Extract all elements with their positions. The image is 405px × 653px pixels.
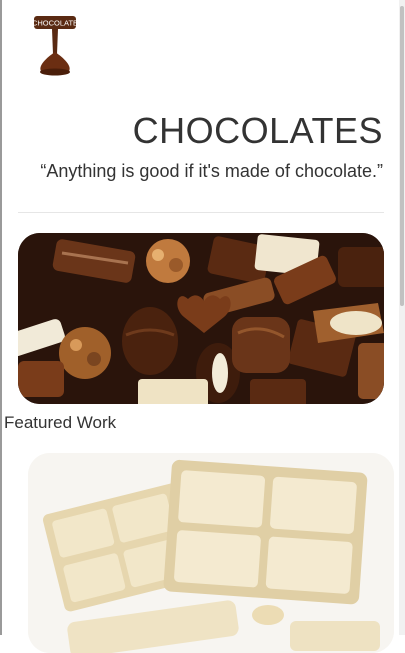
hero-image-assorted-chocolates [18, 233, 384, 404]
svg-text:CHOCOLATE: CHOCOLATE [32, 19, 78, 28]
featured-image-white-chocolate[interactable] [28, 453, 394, 653]
page-title: CHOCOLATES [132, 110, 383, 151]
chocolate-drip-logo-icon: CHOCOLATE [32, 16, 78, 76]
tagline: “Anything is good if it's made of chocol… [40, 161, 383, 181]
featured-work-heading: Featured Work [4, 413, 117, 432]
header-divider [18, 212, 384, 213]
scrollbar[interactable] [399, 0, 405, 635]
site-logo[interactable]: CHOCOLATE [32, 14, 80, 78]
window-left-edge [0, 0, 2, 635]
scrollbar-thumb[interactable] [400, 6, 404, 306]
